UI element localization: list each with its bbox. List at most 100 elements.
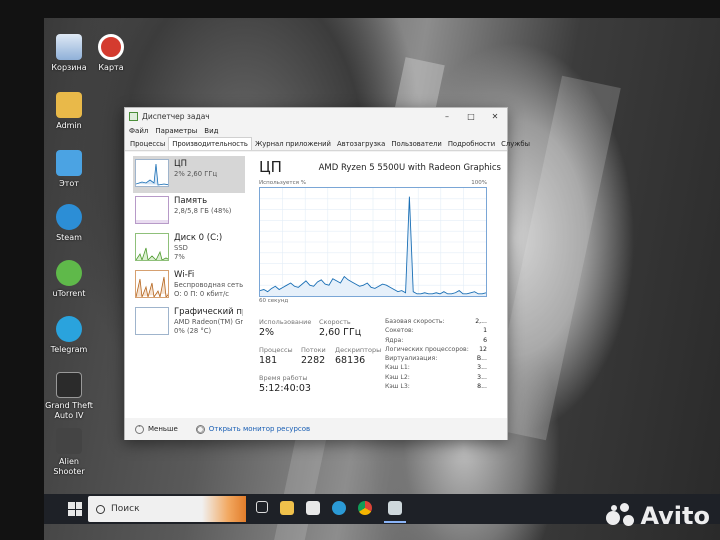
edge-icon[interactable] — [332, 501, 346, 515]
utilization-value: 2% — [259, 327, 275, 338]
tab-app-history[interactable]: Журнал приложений — [252, 138, 334, 150]
folder-user-icon — [56, 92, 82, 118]
fewer-details-button[interactable]: ˆ Меньше — [135, 424, 178, 434]
gpu-mini-graph — [135, 307, 169, 335]
graph-time: 60 секунд — [259, 298, 289, 304]
sidebar-item-detail: 0% (28 °C) — [174, 326, 212, 335]
menu-options[interactable]: Параметры — [155, 127, 197, 135]
desktop-icon-map[interactable]: Карта — [86, 34, 136, 73]
desktop-icon-gta[interactable]: Grand Theft Auto IV — [44, 372, 94, 421]
sidebar-item-detail: 2,8/5,8 ГБ (48%) — [174, 207, 232, 215]
task-view-icon[interactable] — [256, 501, 268, 513]
window-title: Диспетчер задач — [142, 112, 210, 121]
graph-max: 100% — [471, 180, 487, 186]
spec-row: Кэш L3: 8... — [385, 383, 487, 391]
spec-row: Кэш L2: 3... — [385, 373, 487, 381]
sidebar-item-disk[interactable]: Диск 0 (C:) SSD 7% — [133, 230, 245, 267]
avito-logo-icon — [606, 503, 636, 529]
handles-value: 68136 — [335, 355, 366, 366]
sidebar-item-cpu[interactable]: ЦП 2% 2,60 ГГц — [133, 156, 245, 193]
desktop-icon-admin[interactable]: Admin — [44, 92, 94, 131]
cpu-mini-graph — [135, 159, 169, 187]
avito-text: Avito — [640, 502, 710, 530]
speed-label: Скорость — [319, 318, 351, 326]
desktop-icon-label: Этот — [59, 179, 79, 188]
desktop-icon-alien-shooter[interactable]: Alien Shooter — [44, 428, 94, 477]
tab-processes[interactable]: Процессы — [127, 138, 168, 150]
close-button[interactable]: ✕ — [483, 108, 507, 125]
sidebar-item-name: Wi-Fi — [174, 270, 195, 280]
uptime-label: Время работы — [259, 374, 308, 382]
desktop-icon-this-pc[interactable]: Этот — [44, 150, 94, 189]
menu-view[interactable]: Вид — [204, 127, 218, 135]
desktop-icon-label: Grand Theft Auto IV — [45, 401, 93, 420]
cpu-title: ЦП — [259, 158, 282, 176]
desktop-icon-label: Alien Shooter — [53, 457, 85, 476]
store-icon[interactable] — [306, 501, 320, 515]
spec-row: Кэш L1: 3... — [385, 364, 487, 372]
spec-row: Логических процессоров: 12 — [385, 345, 487, 353]
chevron-up-icon: ˆ — [135, 424, 144, 434]
cpu-usage-graph — [259, 187, 487, 297]
speed-value: 2,60 ГГц — [319, 327, 362, 338]
resource-monitor-icon: ◯ — [195, 424, 205, 434]
computer-icon — [56, 150, 82, 176]
tab-details[interactable]: Подробности — [445, 138, 498, 150]
search-icon — [96, 504, 105, 514]
title-bar[interactable]: Диспетчер задач – □ ✕ — [125, 108, 507, 125]
search-placeholder: Поиск — [111, 504, 140, 514]
desktop-icon-label: Telegram — [50, 345, 88, 354]
sidebar-item-name: Диск 0 (C:) — [174, 233, 223, 243]
desktop-icon-steam[interactable]: Steam — [44, 204, 94, 243]
chrome-icon[interactable] — [358, 501, 372, 515]
task-manager-icon — [129, 112, 138, 121]
cpu-model: AMD Ryzen 5 5500U with Radeon Graphics — [318, 163, 501, 173]
processes-value: 181 — [259, 355, 278, 366]
taskbar-search[interactable]: Поиск — [88, 496, 246, 522]
sidebar-item-detail: SSD — [174, 244, 188, 252]
search-highlight-image — [202, 496, 246, 522]
spec-row: Сокетов: 1 — [385, 327, 487, 335]
desktop-icon-label: Карта — [98, 63, 124, 72]
start-button[interactable] — [68, 502, 82, 516]
steam-icon — [56, 204, 82, 230]
tab-bar: Процессы Производительность Журнал прило… — [125, 137, 530, 151]
sidebar-item-detail: О: 0 П: 0 кбит/с — [174, 289, 230, 298]
desktop-icon-telegram[interactable]: Telegram — [44, 316, 94, 355]
desktop-icon-label: Корзина — [51, 63, 87, 72]
menu-bar: Файл Параметры Вид — [125, 125, 507, 137]
handles-label: Дескрипторы — [335, 346, 382, 354]
threads-value: 2282 — [301, 355, 326, 366]
tab-startup[interactable]: Автозагрузка — [334, 138, 388, 150]
desktop-icon-utorrent[interactable]: uTorrent — [44, 260, 94, 299]
desktop-icon-label: uTorrent — [52, 289, 86, 298]
game-icon — [56, 372, 82, 398]
cpu-usage-chart — [259, 188, 487, 296]
fewer-details-label: Меньше — [148, 425, 178, 433]
telegram-icon — [56, 316, 82, 342]
cpu-spec-list: Базовая скорость: 2,... Сокетов: 1 Ядра: 6 … — [385, 318, 487, 392]
map-pin-icon — [98, 34, 124, 60]
tab-services[interactable]: Службы — [498, 138, 533, 150]
cpu-stats: Использование 2% Скорость 2,60 ГГц Проце… — [259, 318, 501, 408]
sidebar-item-gpu[interactable]: Графический про AMD Radeon(TM) Grap 0% (… — [133, 304, 245, 341]
sidebar-item-wifi[interactable]: Wi-Fi Беспроводная сеть О: 0 П: 0 кбит/с — [133, 267, 245, 304]
task-manager-taskbar-icon[interactable] — [388, 501, 402, 515]
tab-performance[interactable]: Производительность — [168, 137, 252, 150]
file-explorer-icon[interactable] — [280, 501, 294, 515]
recycle-bin-icon — [56, 34, 82, 60]
wifi-mini-graph — [135, 270, 169, 298]
maximize-button[interactable]: □ — [459, 108, 483, 125]
spec-row: Базовая скорость: 2,... — [385, 318, 487, 325]
tab-users[interactable]: Пользователи — [388, 138, 444, 150]
processes-label: Процессы — [259, 346, 293, 354]
resource-monitor-link[interactable]: ◯ Открыть монитор ресурсов — [195, 424, 310, 434]
task-manager-window[interactable]: Диспетчер задач – □ ✕ Файл Параметры Вид… — [124, 107, 530, 440]
avito-watermark: Avito — [606, 502, 710, 530]
minimize-button[interactable]: – — [435, 108, 459, 125]
sidebar-item-memory[interactable]: Память 2,8/5,8 ГБ (48%) — [133, 193, 245, 230]
desktop-icon-label: Admin — [56, 121, 82, 130]
menu-file[interactable]: Файл — [129, 127, 148, 135]
footer: ˆ Меньше ◯ Открыть монитор ресурсов — [125, 418, 507, 440]
sidebar-item-detail: Беспроводная сеть — [174, 281, 243, 289]
